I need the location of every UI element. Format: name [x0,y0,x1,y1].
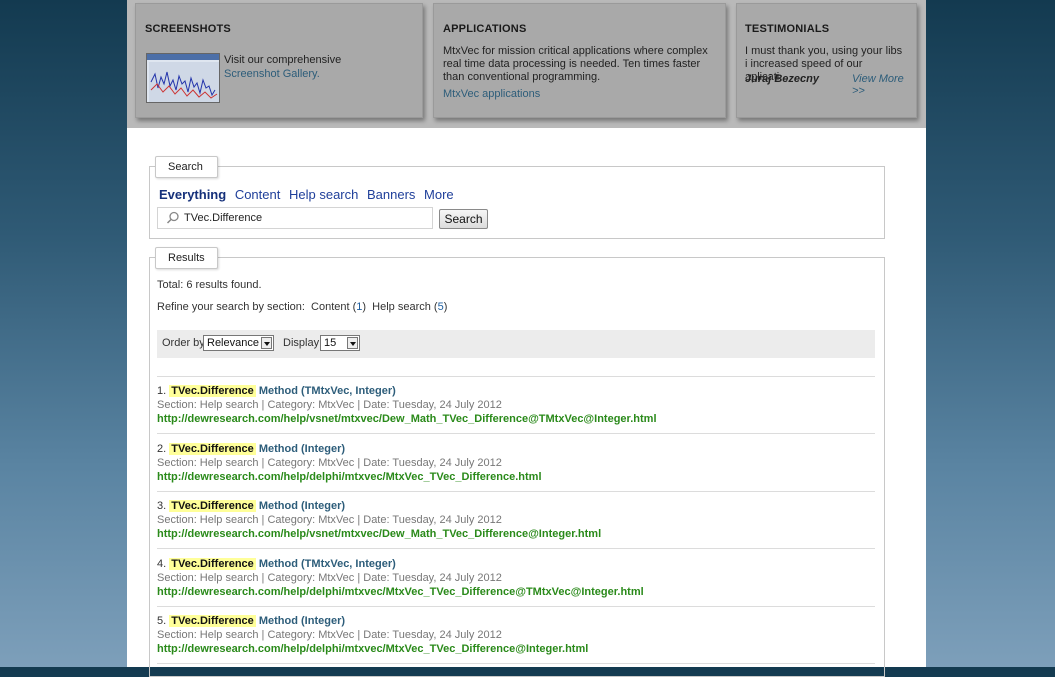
result-item: 2. TVec.Difference Method (Integer) Sect… [157,442,875,484]
result-highlight[interactable]: TVec.Difference [169,385,256,397]
testimonials-box: TESTIMONIALS I must thank you, using you… [736,3,917,118]
divider [157,491,875,492]
result-highlight[interactable]: TVec.Difference [169,615,256,627]
result-meta: Section: Help search | Category: MtxVec … [157,629,502,641]
search-scope-tabs: Everything Content Help search Banners M… [159,187,459,202]
result-item: 5. TVec.Difference Method (Integer) Sect… [157,614,875,656]
result-number: 2. [157,443,167,455]
dropdown-arrow-icon [347,337,358,349]
view-more-link[interactable]: View More >> [852,73,916,97]
tab-help-search[interactable]: Help search [289,187,358,202]
screenshots-description: Visit our comprehensive Screenshot Galle… [224,53,341,81]
result-item: 1. TVec.Difference Method (TMtxVec, Inte… [157,384,875,426]
feature-band: SCREENSHOTS Visit our comprehensive Scre… [127,0,926,128]
result-url[interactable]: http://dewresearch.com/help/vsnet/mtxvec… [157,527,875,541]
search-button[interactable]: Search [439,209,488,229]
search-legend: Search [155,156,218,178]
order-value: Relevance [207,337,259,349]
thumbnail-chart-graphic [149,62,219,102]
applications-text: MtxVec for mission critical applications… [443,45,708,83]
refine-help-count: 5 [437,301,444,313]
result-number: 4. [157,558,167,570]
page-container: SCREENSHOTS Visit our comprehensive Scre… [127,0,926,677]
display-label: Display [283,337,320,349]
tab-more[interactable]: More [424,187,454,202]
result-url[interactable]: http://dewresearch.com/help/delphi/mtxve… [157,585,875,599]
testimonial-author: Juraj Bezecny [745,73,819,85]
search-query: TVec.Difference [184,212,263,224]
refine-help-link[interactable]: Help search (5) [372,301,447,313]
refine-section: Refine your search by section: Content (… [157,301,447,313]
order-select[interactable]: Relevance [203,335,274,351]
result-url[interactable]: http://dewresearch.com/help/vsnet/mtxvec… [157,412,875,426]
order-label: Order by [162,337,205,349]
result-highlight[interactable]: TVec.Difference [169,500,256,512]
mtxvec-applications-link[interactable]: MtxVec applications [443,88,540,100]
result-highlight[interactable]: TVec.Difference [169,443,256,455]
divider [157,548,875,549]
result-item: 3. TVec.Difference Method (Integer) Sect… [157,499,875,541]
screenshots-title: SCREENSHOTS [145,23,231,35]
divider [157,433,875,434]
divider [157,606,875,607]
results-total: Total: 6 results found. [157,279,262,291]
result-number: 5. [157,615,167,627]
divider [157,663,875,664]
result-number: 3. [157,500,167,512]
result-number: 1. [157,385,167,397]
result-url[interactable]: http://dewresearch.com/help/delphi/mtxve… [157,470,875,484]
result-title-link[interactable]: Method (TMtxVec, Integer) [259,558,396,570]
refine-help-label: Help search [372,301,431,313]
result-title-link[interactable]: Method (Integer) [259,500,345,512]
tab-content[interactable]: Content [235,187,281,202]
divider [157,376,875,377]
search-input[interactable]: TVec.Difference [157,207,433,229]
dropdown-arrow-icon [261,337,272,349]
result-meta: Section: Help search | Category: MtxVec … [157,572,502,584]
result-title-link[interactable]: Method (TMtxVec, Integer) [259,385,396,397]
order-bar: Order by Relevance Display 15 [157,330,875,358]
result-item: 4. TVec.Difference Method (TMtxVec, Inte… [157,557,875,599]
display-select[interactable]: 15 [320,335,360,351]
screenshot-thumbnail[interactable] [146,53,220,103]
refine-content-count: 1 [356,301,363,313]
result-highlight[interactable]: TVec.Difference [169,558,256,570]
thumbnail-titlebar [147,54,219,60]
refine-content-label: Content [311,301,350,313]
screenshots-text: Visit our comprehensive [224,54,342,66]
result-meta: Section: Help search | Category: MtxVec … [157,514,502,526]
result-title-link[interactable]: Method (Integer) [259,443,345,455]
applications-title: APPLICATIONS [443,23,527,35]
applications-box: APPLICATIONS MtxVec for mission critical… [433,3,726,118]
testimonials-title: TESTIMONIALS [745,23,830,35]
tab-banners[interactable]: Banners [367,187,415,202]
refine-label: Refine your search by section: [157,301,305,313]
screenshot-gallery-link[interactable]: Screenshot Gallery. [224,68,320,80]
result-meta: Section: Help search | Category: MtxVec … [157,457,502,469]
tab-everything[interactable]: Everything [159,187,226,202]
results-legend: Results [155,247,218,269]
display-value: 15 [324,337,337,349]
search-icon [166,211,179,224]
result-meta: Section: Help search | Category: MtxVec … [157,399,502,411]
screenshots-box: SCREENSHOTS Visit our comprehensive Scre… [135,3,423,118]
refine-content-link[interactable]: Content (1) [311,301,366,313]
result-title-link[interactable]: Method (Integer) [259,615,345,627]
result-url[interactable]: http://dewresearch.com/help/delphi/mtxve… [157,642,875,656]
